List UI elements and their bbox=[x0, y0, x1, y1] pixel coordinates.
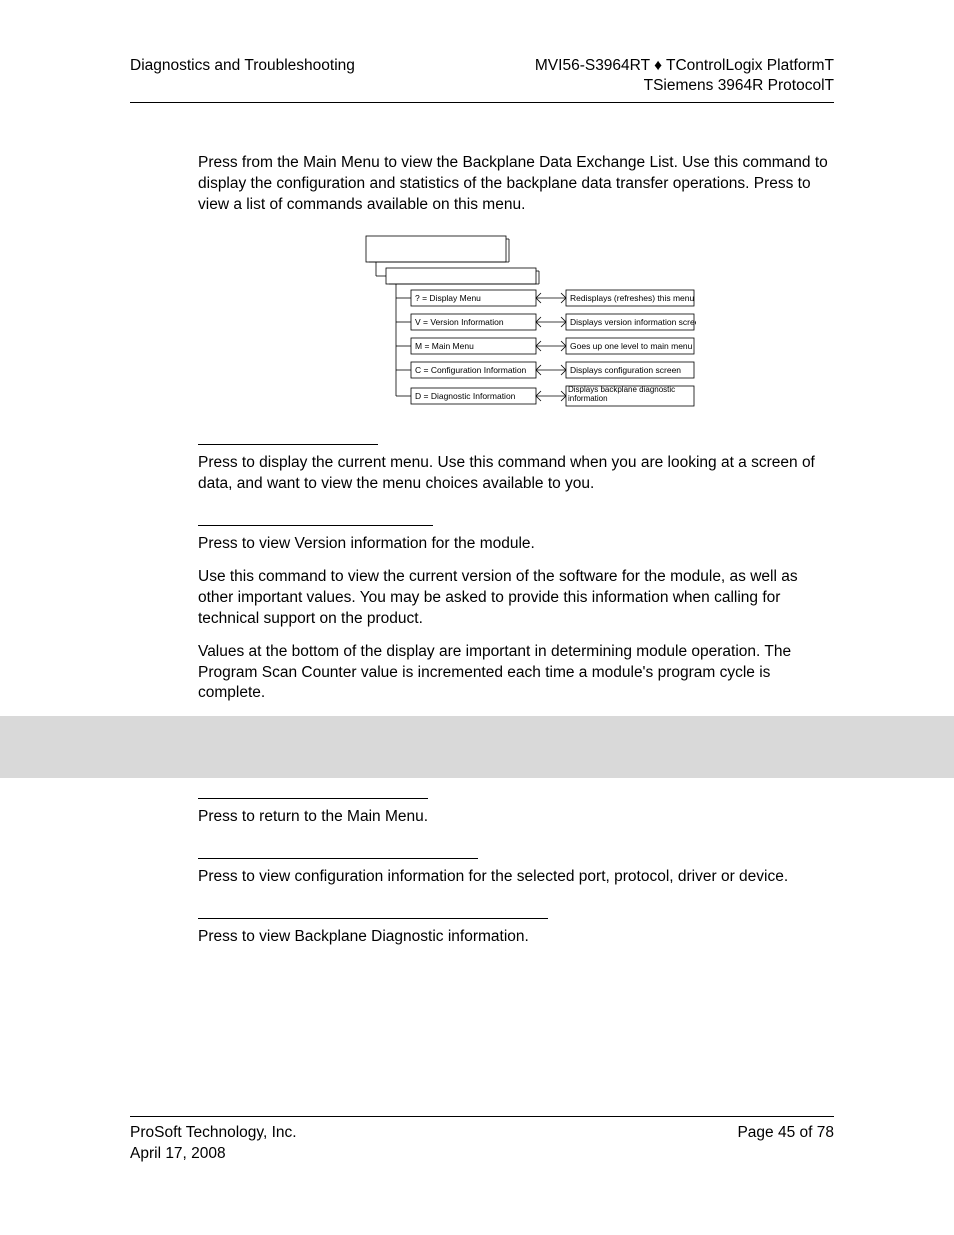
section-5-text: Press to view Backplane Diagnostic infor… bbox=[198, 927, 834, 948]
section-2b-text: Use this command to view the current ver… bbox=[198, 567, 834, 630]
header-right: MVI56-S3964RT ♦ TControlLogix PlatformT … bbox=[535, 56, 834, 96]
section-rule-3 bbox=[198, 798, 428, 799]
page-header: Diagnostics and Troubleshooting MVI56-S3… bbox=[130, 56, 834, 103]
menu-item-2-left: M = Main Menu bbox=[415, 341, 474, 351]
section-4-text: Press to view configuration information … bbox=[198, 867, 834, 888]
menu-item-3-right: Displays configuration screen bbox=[570, 365, 681, 375]
section-1-text: Press to display the current menu. Use t… bbox=[198, 453, 834, 495]
menu-item-1-left: V = Version Information bbox=[415, 317, 504, 327]
footer-page: Page 45 of 78 bbox=[737, 1123, 834, 1165]
menu-item-0-left: ? = Display Menu bbox=[415, 293, 481, 303]
product-line-1: MVI56-S3964RT ♦ TControlLogix PlatformT bbox=[535, 56, 834, 76]
menu-item-4-right: Displays backplane diagnostic informatio… bbox=[568, 386, 692, 404]
menu-diagram: ? = Display Menu Redisplays (refreshes) … bbox=[198, 234, 834, 414]
menu-item-0-right: Redisplays (refreshes) this menu bbox=[570, 293, 695, 303]
section-rule-2 bbox=[198, 525, 433, 526]
footer-date: April 17, 2008 bbox=[130, 1144, 297, 1165]
body-content: Press from the Main Menu to view the Bac… bbox=[130, 153, 834, 948]
footer-company: ProSoft Technology, Inc. bbox=[130, 1123, 297, 1144]
menu-item-2-right: Goes up one level to main menu bbox=[570, 341, 693, 351]
menu-item-4-left: D = Diagnostic Information bbox=[415, 391, 516, 401]
section-rule-5 bbox=[198, 918, 548, 919]
product-line-2: TSiemens 3964R ProtocolT bbox=[535, 76, 834, 96]
footer-left: ProSoft Technology, Inc. April 17, 2008 bbox=[130, 1123, 297, 1165]
menu-item-1-right: Displays version information screen bbox=[570, 317, 696, 327]
menu-item-3-left: C = Configuration Information bbox=[415, 365, 527, 375]
highlighted-band bbox=[0, 716, 954, 778]
section-3-text: Press to return to the Main Menu. bbox=[198, 807, 834, 828]
section-2c-text: Values at the bottom of the display are … bbox=[198, 642, 834, 705]
page-footer: ProSoft Technology, Inc. April 17, 2008 … bbox=[130, 1116, 834, 1165]
header-left: Diagnostics and Troubleshooting bbox=[130, 56, 355, 76]
section-rule-4 bbox=[198, 858, 478, 859]
section-rule-1 bbox=[198, 444, 378, 445]
intro-paragraph: Press from the Main Menu to view the Bac… bbox=[198, 153, 834, 216]
section-2a-text: Press to view Version information for th… bbox=[198, 534, 834, 555]
